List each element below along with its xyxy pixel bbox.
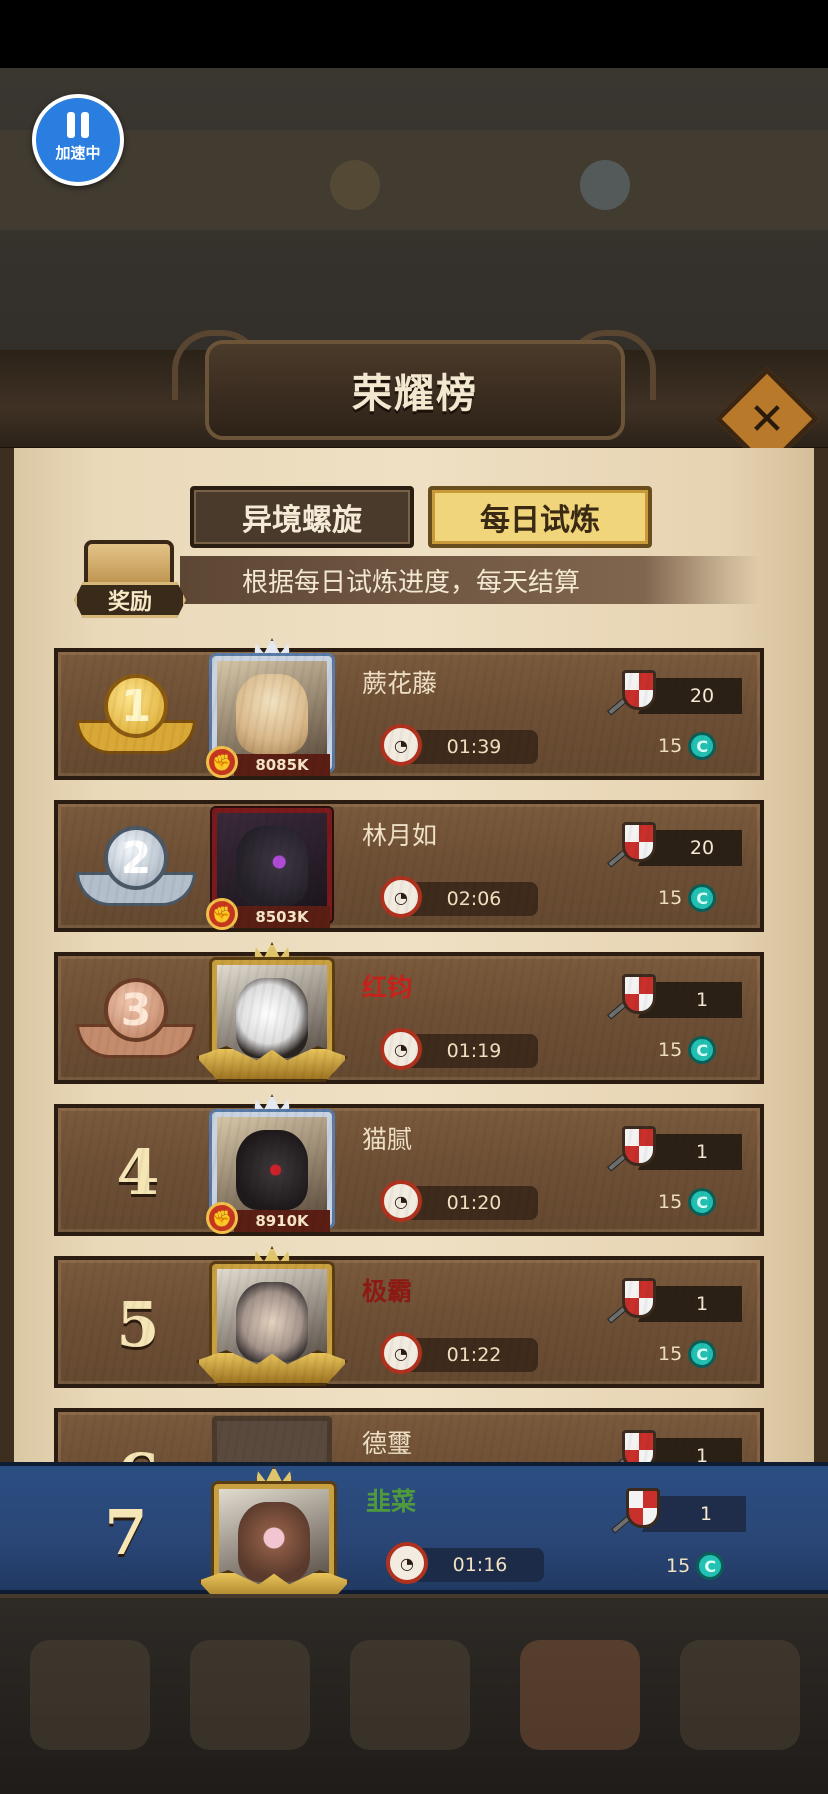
- panel-title: 荣耀榜: [352, 371, 478, 417]
- leaderboard-row[interactable]: 2 8503K ✊ 林月如 02:06 ◔ 20 15 C: [54, 800, 764, 932]
- player-avatar[interactable]: 8085K ✊: [206, 638, 336, 778]
- leaderboard-row[interactable]: 3 红钧 01:19 ◔ 1 15 C: [54, 942, 764, 1084]
- background-hud-blurred: [0, 130, 828, 230]
- panel-title-plate: 荣耀榜: [205, 340, 625, 440]
- nav-slot: [680, 1640, 800, 1750]
- reward-coins: 15 C: [658, 1036, 717, 1064]
- panel-edge-left: [0, 448, 14, 1598]
- player-name: 林月如: [362, 821, 438, 850]
- settlement-info: 根据每日试炼进度，每天结算: [180, 556, 760, 604]
- shield-flag-icon: [606, 818, 662, 870]
- gem-icon: C: [688, 1188, 717, 1216]
- clock-icon: ◔: [380, 1180, 422, 1222]
- status-bar: [0, 0, 828, 68]
- leaderboard-row[interactable]: 1 8085K ✊ 蕨花藤 01:39 ◔ 20 15 C: [54, 638, 764, 780]
- character-portrait: [236, 674, 308, 754]
- reward-coins: 15 C: [658, 884, 717, 912]
- fist-icon: ✊: [206, 746, 238, 778]
- reward-button[interactable]: 奖励: [74, 540, 186, 620]
- clock-icon: ◔: [380, 1332, 422, 1374]
- nav-slot: [30, 1640, 150, 1750]
- speed-up-button[interactable]: 加速中: [32, 94, 124, 186]
- tab-spiral[interactable]: 异境螺旋: [190, 486, 414, 548]
- clock-icon: ◔: [386, 1542, 428, 1584]
- my-rank-row[interactable]: 7 韭菜 01:16 ◔ 1 15 C: [0, 1462, 828, 1606]
- player-name: 极霸: [362, 1277, 413, 1306]
- character-portrait: [238, 1502, 310, 1582]
- leaderboard-row[interactable]: 4 8910K ✊ 猫腻 01:20 ◔ 1 15 C: [54, 1094, 764, 1236]
- player-name: 蕨花藤: [362, 669, 438, 698]
- player-name: 德璽: [362, 1429, 413, 1458]
- gem-icon: C: [688, 732, 717, 760]
- player-avatar[interactable]: 8910K ✊: [206, 1094, 336, 1234]
- player-name: 红钧: [362, 973, 413, 1002]
- character-portrait: [236, 826, 308, 906]
- player-name: 猫腻: [362, 1125, 413, 1154]
- clock-icon: ◔: [380, 724, 422, 766]
- speed-up-label: 加速中: [55, 143, 101, 162]
- fist-icon: ✊: [206, 1202, 238, 1234]
- shield-flag-icon: [610, 1484, 666, 1536]
- leaderboard-row[interactable]: 5 极霸 01:22 ◔ 1 15 C: [54, 1246, 764, 1388]
- nav-slot: [190, 1640, 310, 1750]
- shield-flag-icon: [606, 1122, 662, 1174]
- power-value: 8503K: [234, 906, 330, 928]
- nav-slot: [520, 1640, 640, 1750]
- panel-edge-right: [814, 448, 828, 1598]
- reward-label: 奖励: [74, 582, 186, 618]
- player-name: 韭菜: [366, 1487, 417, 1516]
- shield-flag-icon: [606, 970, 662, 1022]
- bronze-medal-icon: 3: [76, 974, 196, 1070]
- close-icon: ✕: [748, 393, 786, 445]
- rank-number: 4: [116, 1135, 160, 1209]
- player-avatar[interactable]: 8503K ✊: [206, 790, 336, 930]
- pause-icon: [67, 111, 89, 138]
- shield-flag-icon: [606, 666, 662, 718]
- character-portrait: [236, 1130, 308, 1210]
- background-gem-icon: [580, 160, 630, 210]
- shield-flag-icon: [606, 1274, 662, 1326]
- gem-icon: C: [696, 1552, 725, 1580]
- nav-slot: [350, 1640, 470, 1750]
- reward-coins: 15 C: [666, 1552, 725, 1580]
- clock-icon: ◔: [380, 1028, 422, 1070]
- clock-icon: ◔: [380, 876, 422, 918]
- character-portrait: [236, 1282, 308, 1362]
- gem-icon: C: [688, 1036, 717, 1064]
- reward-coins: 15 C: [658, 732, 717, 760]
- rank-number: 7: [104, 1495, 148, 1569]
- power-value: 8085K: [234, 754, 330, 776]
- character-portrait: [236, 978, 308, 1058]
- gold-medal-icon: 1: [76, 670, 196, 766]
- gem-icon: C: [688, 884, 717, 912]
- background-coin-icon: [330, 160, 380, 210]
- fist-icon: ✊: [206, 898, 238, 930]
- player-avatar[interactable]: [196, 942, 348, 1082]
- rank-number: 5: [116, 1287, 160, 1361]
- player-avatar[interactable]: [196, 1246, 348, 1386]
- gold-frame-wings: [196, 1046, 348, 1082]
- silver-medal-icon: 2: [76, 822, 196, 918]
- tab-daily-trial[interactable]: 每日试炼: [428, 486, 652, 548]
- gold-frame-wings: [196, 1350, 348, 1386]
- player-avatar[interactable]: [198, 1466, 350, 1606]
- gem-icon: C: [688, 1340, 717, 1368]
- reward-coins: 15 C: [658, 1340, 717, 1368]
- reward-coins: 15 C: [658, 1188, 717, 1216]
- power-value: 8910K: [234, 1210, 330, 1232]
